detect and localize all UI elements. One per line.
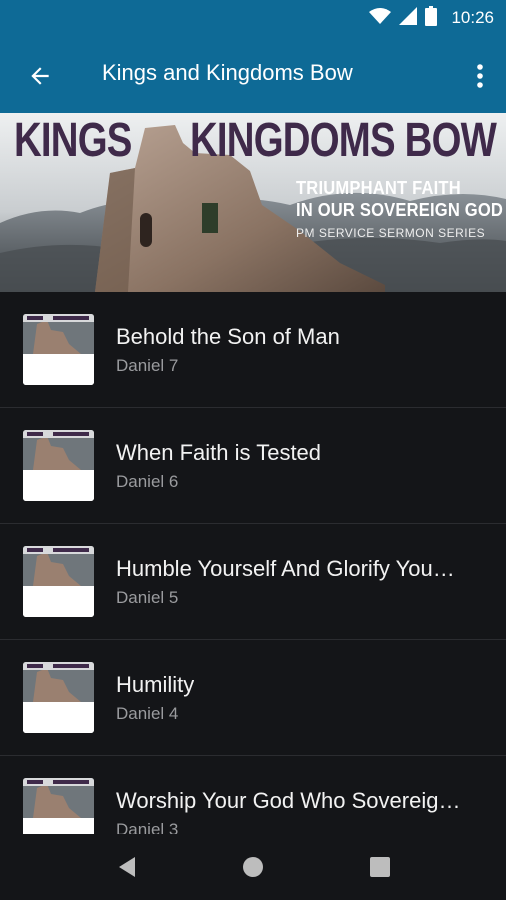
more-vertical-icon	[477, 64, 483, 88]
sermon-title: When Faith is Tested	[116, 440, 322, 465]
list-item[interactable]: When Faith is Tested Daniel 6	[0, 408, 506, 524]
circle-home-icon	[243, 857, 263, 877]
series-banner: KINGS KINGDOMS BOW TRIUMPHANT FAITH IN O…	[0, 113, 506, 292]
sermon-title: Humility	[116, 672, 195, 697]
back-button[interactable]	[20, 56, 60, 96]
sermon-scripture: Daniel 6	[116, 472, 179, 491]
sermon-thumbnail	[23, 546, 94, 617]
nav-recents-button[interactable]	[367, 854, 393, 880]
banner-title-right: KINGDOMS BOW	[190, 114, 497, 167]
banner-series-label: PM SERVICE SERMON SERIES	[296, 226, 486, 240]
overflow-menu-button[interactable]	[468, 56, 492, 96]
sermon-title: Humble Yourself And Glorify You…	[116, 556, 455, 581]
sermon-scripture: Daniel 5	[116, 588, 179, 607]
list-item[interactable]: Behold the Son of Man Daniel 7	[0, 292, 506, 408]
battery-icon	[425, 5, 438, 31]
arrow-left-icon	[31, 67, 49, 85]
triangle-back-icon	[119, 857, 135, 877]
status-bar: 10:26	[0, 0, 506, 36]
sermon-scripture: Daniel 4	[116, 704, 179, 723]
signal-icon	[399, 6, 418, 30]
banner-title-left: KINGS	[14, 114, 132, 167]
nav-home-button[interactable]	[240, 854, 266, 880]
sermon-title: Behold the Son of Man	[116, 324, 340, 349]
status-icons: 10:26	[369, 0, 494, 36]
app-bar: Kings and Kingdoms Bow	[0, 36, 506, 113]
nav-back-button[interactable]	[114, 854, 140, 880]
sermon-scripture: Daniel 7	[116, 356, 179, 375]
wifi-icon	[369, 7, 392, 30]
clock: 10:26	[451, 8, 494, 27]
sermon-list: Behold the Son of Man Daniel 7 When Fait…	[0, 292, 506, 871]
square-recents-icon	[370, 857, 390, 877]
sermon-title: Worship Your God Who Sovereig…	[116, 788, 461, 813]
banner-subtitle-line2: IN OUR SOVEREIGN GOD	[296, 200, 504, 220]
sermon-thumbnail	[23, 430, 94, 501]
sermon-thumbnail	[23, 662, 94, 733]
system-nav-bar	[0, 834, 506, 900]
list-item[interactable]: Humble Yourself And Glorify You… Daniel …	[0, 524, 506, 640]
banner-subtitle-line1: TRIUMPHANT FAITH	[296, 178, 461, 198]
sermon-thumbnail	[23, 314, 94, 385]
page-title: Kings and Kingdoms Bow	[102, 60, 353, 85]
list-item[interactable]: Humility Daniel 4	[0, 640, 506, 756]
